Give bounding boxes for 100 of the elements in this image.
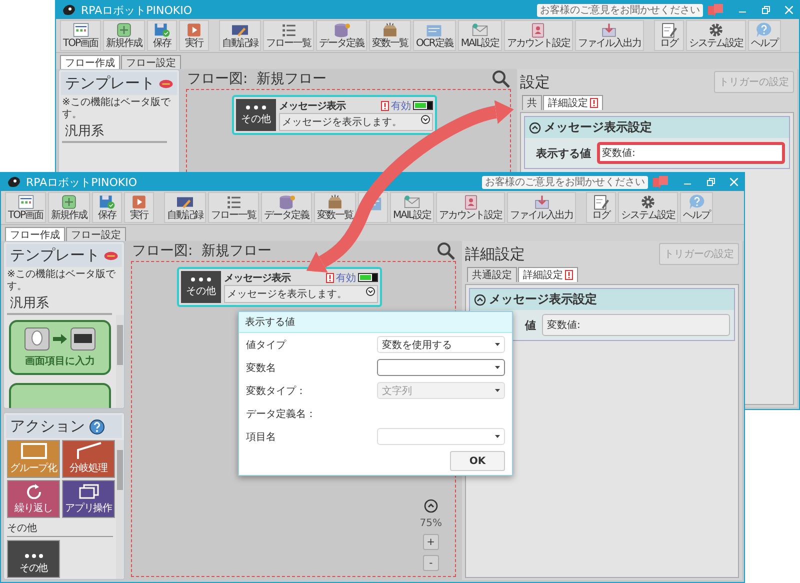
dialog-title: 表示する値 [239,312,512,333]
help-icon [686,194,707,210]
scrollbar[interactable] [116,440,124,579]
expand-caret-icon[interactable] [366,287,375,296]
field-label: 変数タイプ： [246,384,307,398]
film-icon [175,194,196,210]
flow-title: フロー図: 新規フロー [187,70,327,88]
tab[interactable]: 共通設定 [467,267,517,282]
scroll-up-icon[interactable] [424,499,438,513]
node-description: メッセージを表示します。 [227,288,347,301]
toolbar-button[interactable]: TOP画面 [5,192,46,223]
toolbar-button[interactable]: データ定義 [316,20,368,51]
floppy-disk-icon [97,194,118,210]
beta-note: ※この機能はベータ版です。 [6,269,116,293]
panel-title: アクション [10,417,85,436]
tab[interactable]: フロー作成 [60,55,120,69]
dropdown-caret-icon [495,388,500,392]
flow-node[interactable]: その他 メッセージ表示 有効 メッセージを表示します。 [177,267,382,307]
flow-node[interactable]: その他 メッセージ表示 有効 メッセージを表示します。 [232,95,437,135]
toolbar-button[interactable]: TOP画面 [60,20,102,51]
settings-title: 詳細設定 [465,244,525,264]
value-field[interactable]: 変数値: [542,314,730,336]
zoom-button[interactable]: - [422,555,439,571]
dots-icon [190,276,212,282]
flow-title: フロー図: 新規フロー [132,242,272,260]
toolbar-button[interactable]: MAIL設定 [458,20,502,51]
notepad-icon [591,194,612,210]
toolbar-button[interactable]: システム設定 [686,20,746,51]
action-tile[interactable]: 繰り返し [7,480,60,518]
collapse-icon[interactable] [474,294,486,306]
tab[interactable]: 詳細設定 [518,267,578,282]
tab[interactable]: フロー作成 [5,227,65,241]
toolbar-button[interactable]: 新規作成 [103,20,146,51]
tab[interactable]: 共 [522,95,542,110]
collapse-icon[interactable] [529,122,541,134]
restore-icon[interactable] [762,6,770,14]
dropdown-caret-icon [495,434,500,438]
category-heading: 汎用系 [62,121,167,143]
zoom-button[interactable]: + [422,534,439,550]
scrollbar[interactable] [116,315,124,408]
close-icon[interactable] [730,178,738,186]
windows-icon [78,484,98,499]
toolbar-button[interactable]: データ定義 [261,192,312,223]
section-header[interactable]: メッセージ表示設定 [525,117,789,138]
section-heading: その他 [7,521,113,537]
search-icon[interactable] [492,70,510,88]
action-tile[interactable]: その他 [7,540,60,578]
restore-icon[interactable] [707,178,715,186]
tab[interactable]: フロー設定 [121,55,181,69]
logo-icon [62,4,76,16]
dropdown-caret-icon [495,366,500,370]
toolbar-button[interactable]: 実行 [124,192,154,223]
action-tile[interactable]: 分岐処理 [62,440,115,478]
toolbar-button[interactable]: 新規作成 [48,192,90,223]
toolbar-button[interactable]: ファイル入出力 [574,20,644,51]
toggle-switch[interactable] [358,273,378,282]
toggle-switch[interactable] [413,101,433,110]
tab[interactable]: 詳細設定 [543,95,603,110]
film-icon [230,22,250,38]
close-icon[interactable] [785,6,793,14]
toolbar-button[interactable]: 実行 [179,20,210,51]
search-icon[interactable] [437,242,455,260]
toolbar-button[interactable]: 変数一覧 [314,192,356,223]
toolbar-button[interactable]: 保存 [92,192,122,223]
action-tile[interactable]: アプリ操作 [62,480,115,518]
toolbar-button[interactable]: 変数一覧 [369,20,412,51]
toolbar-button[interactable]: システム設定 [618,192,678,223]
section-header[interactable]: メッセージ表示設定 [470,289,734,310]
toolbar-button[interactable]: ログ [654,20,684,51]
expand-caret-icon[interactable] [421,115,430,124]
toolbar-button[interactable]: フロー一覧 [208,192,260,223]
toolbar-button[interactable]: MAIL設定 [390,192,434,223]
toolbar-button[interactable]: アカウント設定 [504,20,573,51]
dropdown[interactable] [377,359,505,376]
toolbar-button[interactable]: 保存 [147,20,178,51]
toolbar-button[interactable]: フロー一覧 [263,20,314,51]
status-text: 有効 [336,272,356,284]
node-icon: その他 [181,271,221,303]
toolbar-button[interactable]: ヘルプ [748,20,781,51]
node-title: メッセージ表示 [279,100,346,112]
branch-icon [76,442,102,459]
dropdown[interactable]: 変数を使用する [377,336,505,353]
value-field[interactable]: 変数値: [597,142,785,164]
toolbar-button[interactable]: ファイル入出力 [507,192,576,223]
toolbar-button[interactable]: ヘルプ [680,192,714,223]
ok-button[interactable]: OK [450,451,505,471]
toolbar-button[interactable]: ログ [586,192,616,223]
settings-title: 設定 [520,72,550,92]
toolbar-button[interactable]: 自動記録 [219,20,262,51]
help-icon[interactable] [89,418,105,434]
toolbar-button[interactable]: 自動記録 [164,192,206,223]
toolbar-button[interactable]: OCR定義 [413,20,456,51]
template-card[interactable]: 画面項目に入力 [9,320,111,375]
field-label: 値タイプ [246,338,288,352]
feedback-link[interactable]: お客様のご意見をお聞かせください [482,176,648,188]
toolbar-button[interactable]: アカウント設定 [436,192,506,223]
field-label: 表示する値 [535,146,591,160]
field-label: 項目名 [246,430,277,444]
feedback-link[interactable]: お客様のご意見をお聞かせください [537,4,703,16]
tab[interactable]: フロー設定 [66,227,126,241]
